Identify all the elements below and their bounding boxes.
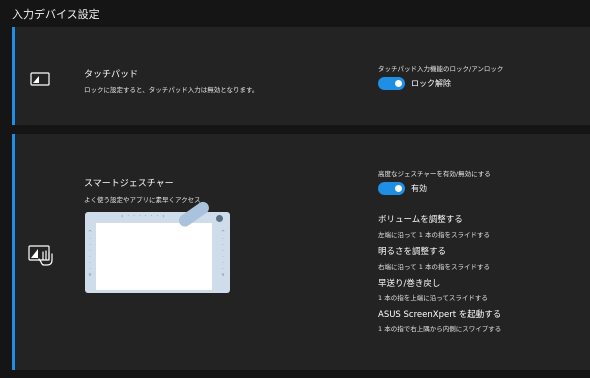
gesture-desc: 1 本の指で右上隅から内側にスワイプする [378,325,502,333]
page-title: 入力デバイス設定 [12,8,100,21]
touchpad-title: タッチパッド [84,70,139,80]
preview-right-dots: ^ · · · · · · v [220,230,226,278]
card-accent-bar [12,134,15,370]
preview-screen [96,223,212,290]
gesture-desc: 右端に沿って 1 本の指をスライドする [378,263,490,271]
touchpad-card: タッチパッド ロックに設定すると、タッチパッド入力は無効となります。 タッチパッ… [12,27,590,125]
gesture-title: ASUS ScreenXpert を起動する [378,310,502,320]
card-accent-bar [12,27,15,125]
smart-gesture-state-label: 有効 [411,184,427,193]
smart-gesture-description: よく使う設定やアプリに素早くアクセス [84,196,201,204]
preview-left-dots: ^ · · · · · · v [87,230,93,278]
preview-finger-dot [216,215,223,222]
smart-gesture-icon [28,244,56,270]
smart-gesture-toggle[interactable] [378,182,405,195]
gesture-title: 明るさを調整する [378,247,447,257]
smart-gesture-caption: 高度なジェスチャーを有効/無効にする [378,170,491,178]
touchpad-icon [30,71,50,90]
touchpad-lock-toggle[interactable] [378,77,405,90]
gesture-desc: 1 本の指を上端に沿ってスライドする [378,294,488,302]
toggle-knob [395,80,402,87]
toggle-knob [395,185,402,192]
touchpad-lock-state-label: ロック解除 [411,79,451,88]
gesture-title: 早送り/巻き戻し [378,279,441,289]
touchpad-description: ロックに設定すると、タッチパッド入力は無効となります。 [84,86,259,94]
gesture-title: ボリュームを調整する [378,215,463,225]
smart-gesture-title: スマートジェスチャー [84,179,174,189]
gesture-desc: 左端に沿って 1 本の指をスライドする [378,231,490,239]
preview-top-dots: ‹ · · · · · · › [121,213,166,220]
smart-gesture-card: スマートジェスチャー よく使う設定やアプリに素早くアクセス ‹ · · · · … [12,134,590,370]
touchpad-lock-caption: タッチパッド入力機能のロック/アンロック [378,65,504,73]
gesture-preview-image: ‹ · · · · · · › ^ · · · · · · v ^ · · · · · · v [85,199,230,293]
